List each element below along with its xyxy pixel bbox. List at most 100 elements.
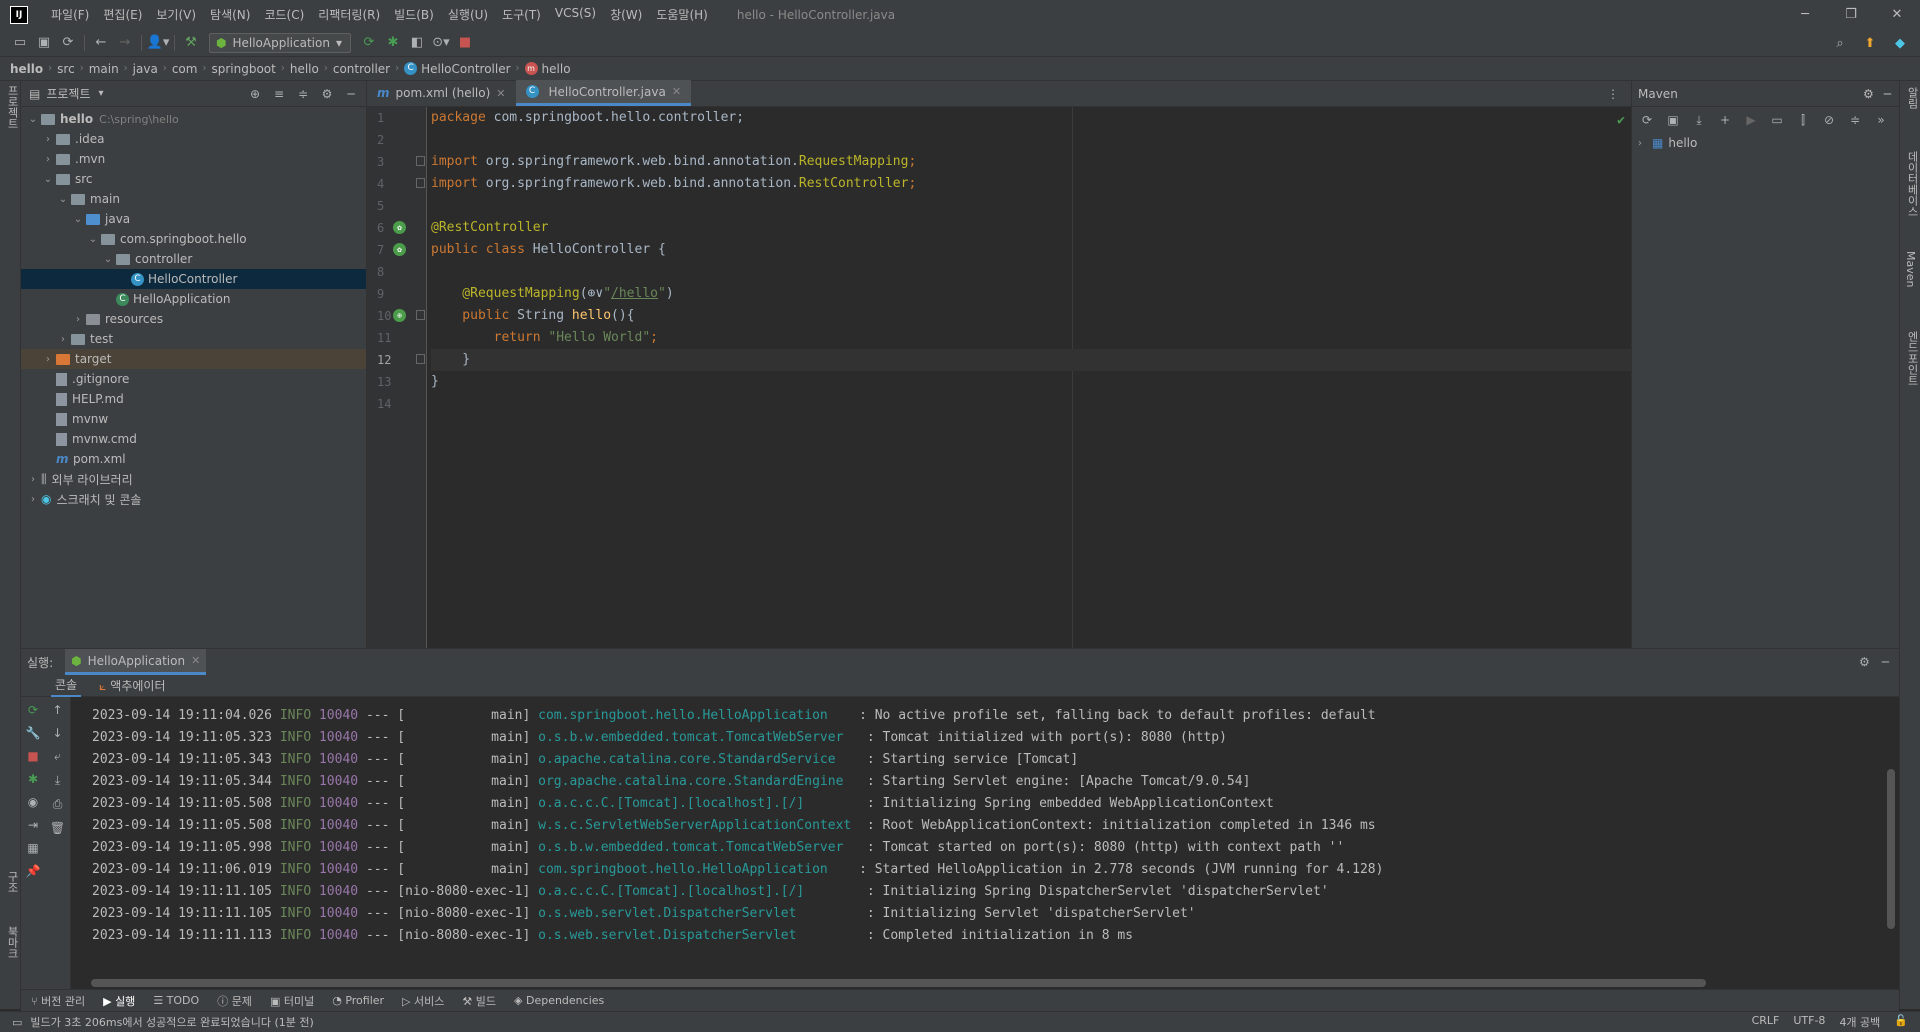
hide-icon[interactable]: ─: [1884, 87, 1891, 101]
save-icon[interactable]: ▣: [32, 32, 56, 54]
tree-node[interactable]: .gitignore: [21, 369, 366, 389]
tree-node[interactable]: mvnw: [21, 409, 366, 429]
intellij-logo-icon[interactable]: IJ: [10, 5, 28, 24]
menu-view[interactable]: 보기(V): [149, 6, 203, 23]
spring-bean-icon[interactable]: ✿: [393, 221, 406, 234]
gear-icon[interactable]: ⚙: [1859, 655, 1870, 669]
line-number[interactable]: 6 ✿: [367, 217, 426, 239]
chevron-right-icon[interactable]: ›: [55, 334, 71, 345]
generate-sources-icon[interactable]: ▣: [1664, 113, 1682, 127]
horizontal-scrollbar[interactable]: [91, 979, 1706, 987]
code-lines[interactable]: package com.springboot.hello.controller;…: [431, 107, 1631, 415]
soft-wrap-icon[interactable]: ⤶: [54, 749, 61, 764]
tree-node[interactable]: › ◉ 스크래치 및 콘솔: [21, 489, 366, 509]
breadcrumb-item[interactable]: hello: [10, 62, 43, 76]
vertical-scrollbar[interactable]: [1887, 769, 1895, 929]
tree-node[interactable]: ⌄ main: [21, 189, 366, 209]
back-icon[interactable]: ←: [89, 32, 113, 54]
menu-edit[interactable]: 편집(E): [96, 6, 149, 23]
breadcrumb-item[interactable]: hello: [542, 62, 571, 76]
tab-actuator[interactable]: ⟀ 액추에이터: [99, 677, 165, 694]
rerun-icon[interactable]: ⟳: [28, 703, 38, 717]
tree-node[interactable]: › target: [21, 349, 366, 369]
project-tool-window-button[interactable]: 프로젝트: [4, 85, 20, 129]
chevron-down-icon[interactable]: ▾: [99, 88, 104, 99]
line-number[interactable]: 7 ✿: [367, 239, 426, 261]
trash-icon[interactable]: 🗑: [50, 821, 65, 835]
status-panel-icon[interactable]: ▭: [12, 1016, 22, 1029]
console-output[interactable]: 2023-09-14 19:11:04.026 INFO 10040 --- […: [72, 697, 1883, 982]
code-line[interactable]: return "Hello World";: [431, 327, 1631, 349]
menu-window[interactable]: 창(W): [603, 6, 649, 23]
bookmarks-tool-window-button[interactable]: 북마크: [4, 926, 20, 959]
line-number[interactable]: 11: [367, 327, 426, 349]
toggle-offline-icon[interactable]: ⫿: [1794, 113, 1812, 128]
maven-tool-window-button[interactable]: Maven: [1904, 251, 1917, 287]
tree-node[interactable]: ⌄ com.springboot.hello: [21, 229, 366, 249]
scroll-up-icon[interactable]: ↑: [52, 703, 62, 717]
build-hammer-icon[interactable]: ⚒: [179, 32, 203, 54]
more-options-icon[interactable]: ⋮: [1595, 87, 1631, 101]
restore-icon[interactable]: ❐: [1828, 0, 1874, 29]
menu-build[interactable]: 빌드(B): [387, 6, 441, 23]
chevron-right-icon[interactable]: ›: [25, 494, 41, 505]
structure-tool-window-button[interactable]: 구조: [4, 871, 20, 893]
minimize-icon[interactable]: ─: [1782, 0, 1828, 29]
close-icon[interactable]: ✕: [191, 654, 200, 667]
breadcrumb-item[interactable]: java: [133, 62, 158, 76]
inspection-ok-icon[interactable]: ✔: [1617, 113, 1625, 128]
layout-icon[interactable]: ▦: [27, 841, 38, 855]
line-number[interactable]: 9: [367, 283, 426, 305]
code-line[interactable]: public class HelloController {: [431, 239, 1631, 261]
debug-icon[interactable]: ✱: [381, 32, 405, 54]
user-icon[interactable]: 👤▾: [146, 32, 170, 54]
line-separator[interactable]: CRLF: [1752, 1014, 1780, 1030]
code-line[interactable]: @RequestMapping(⊕∨"/hello"): [431, 283, 1631, 305]
tool-services[interactable]: ▷ 서비스: [402, 993, 444, 1009]
chevron-right-icon[interactable]: ›: [40, 154, 56, 165]
open-folder-icon[interactable]: ▭: [8, 32, 32, 54]
locate-icon[interactable]: ⊕: [246, 87, 264, 101]
tab-console[interactable]: 콘솔: [51, 675, 82, 697]
code-area[interactable]: 1 2 3 4 5 6 ✿ 7 ✿ 8 9 10 ⊕ 11 12 13 14 package com.sprin…: [367, 107, 1631, 648]
code-line[interactable]: package com.springboot.hello.controller;: [431, 107, 1631, 129]
print-icon[interactable]: ⎙: [53, 797, 63, 812]
menu-vcs[interactable]: VCS(S): [548, 6, 603, 23]
chevron-right-icon[interactable]: ›: [1638, 138, 1652, 149]
tree-node[interactable]: C HelloController: [21, 269, 366, 289]
more-icon[interactable]: »: [1872, 113, 1890, 127]
menu-tools[interactable]: 도구(T): [495, 6, 548, 23]
exit-icon[interactable]: ⇥: [28, 818, 38, 832]
code-line[interactable]: [431, 393, 1631, 415]
tree-node[interactable]: › ⫼ 외부 라이브러리: [21, 469, 366, 489]
file-encoding[interactable]: UTF-8: [1793, 1014, 1825, 1030]
tool-terminal[interactable]: ▣ 터미널: [270, 993, 314, 1009]
tool-todo[interactable]: ☰ TODO: [153, 994, 199, 1007]
menu-refactor[interactable]: 리팩터링(R): [311, 6, 387, 23]
chevron-down-icon[interactable]: ⌄: [70, 214, 86, 225]
close-icon[interactable]: ✕: [496, 87, 505, 100]
project-panel-title[interactable]: 프로젝트: [46, 85, 90, 102]
tool-problems[interactable]: ⓘ 문제: [217, 993, 252, 1009]
tree-node[interactable]: mvnw.cmd: [21, 429, 366, 449]
status-message[interactable]: 빌드가 3초 206ms에서 성공적으로 완료되었습니다 (1분 전): [30, 1014, 313, 1030]
tree-node[interactable]: ⌄ java: [21, 209, 366, 229]
search-icon[interactable]: ⌕: [1828, 32, 1852, 54]
fold-icon[interactable]: [416, 178, 425, 188]
debug-icon[interactable]: ✱: [28, 772, 38, 786]
endpoints-tool-window-button[interactable]: 엔드포인트: [1904, 331, 1920, 386]
tree-node[interactable]: ⌄ controller: [21, 249, 366, 269]
line-number[interactable]: 8: [367, 261, 426, 283]
gear-icon[interactable]: ⚙: [1863, 87, 1874, 101]
reload-icon[interactable]: ⟳: [1638, 113, 1656, 127]
menu-file[interactable]: 파일(F): [44, 6, 96, 23]
tool-dependencies[interactable]: ◈ Dependencies: [514, 994, 604, 1007]
line-number[interactable]: 4: [367, 173, 426, 195]
collapse-all-icon[interactable]: ≑: [1846, 113, 1864, 127]
tree-node[interactable]: › .idea: [21, 129, 366, 149]
close-icon[interactable]: ✕: [1874, 0, 1920, 29]
tree-node[interactable]: › resources: [21, 309, 366, 329]
code-line[interactable]: [431, 129, 1631, 151]
lock-icon[interactable]: 🔓: [1894, 1014, 1908, 1030]
chevron-down-icon[interactable]: ⌄: [40, 174, 56, 185]
